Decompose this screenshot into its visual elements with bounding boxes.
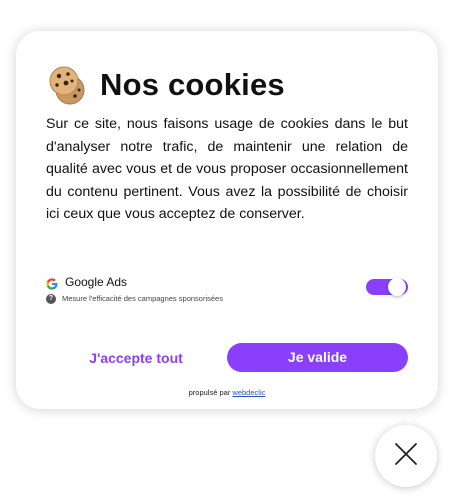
info-icon[interactable]: ? — [46, 294, 56, 304]
webdeclic-link[interactable]: webdeclic — [232, 388, 265, 397]
modal-header: Nos cookies — [46, 63, 285, 107]
cookie-icon — [46, 63, 90, 107]
cookie-description: Sur ce site, nous faisons usage de cooki… — [46, 116, 408, 223]
google-icon — [46, 277, 58, 290]
consent-name: Google Ads — [65, 275, 128, 289]
google-ads-toggle[interactable] — [366, 278, 408, 296]
consent-item-google-ads: Google Ads ? Mesure l'efficacité des cam… — [46, 274, 408, 306]
modal-title: Nos cookies — [100, 67, 285, 102]
toggle-knob — [388, 278, 406, 296]
accept-all-button[interactable]: J'accepte tout — [76, 343, 196, 373]
close-button[interactable] — [375, 425, 437, 487]
cookie-consent-modal: Nos cookies Sur ce site, nous faisons us… — [16, 31, 438, 409]
close-icon — [393, 441, 419, 472]
validate-button[interactable]: Je valide — [227, 343, 408, 372]
powered-prefix: propulsé par — [188, 388, 231, 397]
powered-by: propulsé par webdeclic — [16, 388, 438, 397]
consent-description: Mesure l'efficacité des campagnes sponso… — [62, 294, 223, 303]
